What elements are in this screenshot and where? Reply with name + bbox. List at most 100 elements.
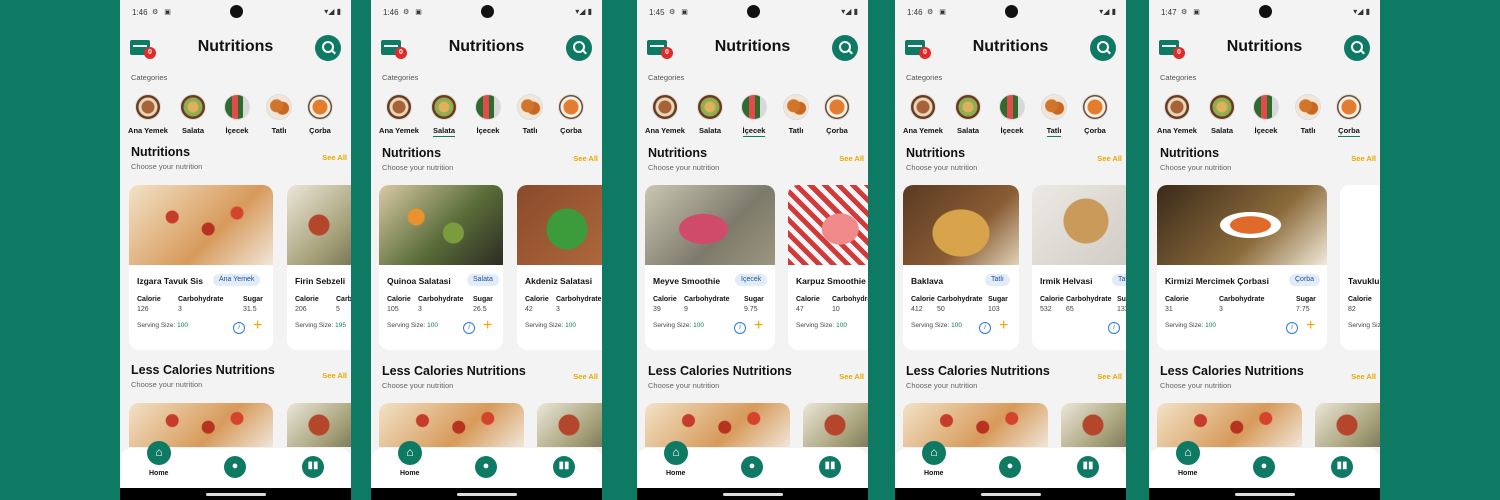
- food-image[interactable]: [803, 403, 868, 447]
- category-list: Ana Yemek Salata İçecek Tatlı Çorba: [377, 94, 595, 138]
- ana-yemek-image: [386, 94, 412, 120]
- phone-screen-5: 1:47 ⚙ ▣ ▾◢ ▮ 0 Nutritions Categories An…: [1149, 0, 1380, 500]
- see-all-link[interactable]: See All: [573, 372, 598, 381]
- category-icecek[interactable]: İçecek: [466, 94, 510, 138]
- see-all-link[interactable]: See All: [322, 371, 347, 380]
- see-all-link[interactable]: See All: [839, 154, 864, 163]
- nutrition-card[interactable]: Irmik Helvasi Tatlı Calorie Carbohydrate…: [1032, 185, 1126, 350]
- category-tatli[interactable]: Tatlı: [1286, 94, 1330, 138]
- home-icon[interactable]: ⌂: [398, 441, 422, 465]
- profile-icon[interactable]: ●: [224, 456, 246, 478]
- nutrition-card[interactable]: Izgara Tavuk Sis Ana Yemek Calorie Carbo…: [129, 185, 273, 350]
- profile-icon[interactable]: ●: [1253, 456, 1275, 478]
- stats-icon[interactable]: ▮▮: [1077, 456, 1099, 478]
- home-pill[interactable]: [722, 493, 783, 496]
- nutrition-card[interactable]: Firin Sebzeli Calorie Carbohydrate 206 5…: [287, 185, 351, 350]
- category-icecek[interactable]: İçecek: [732, 94, 776, 138]
- category-salata[interactable]: Salata: [688, 94, 732, 138]
- add-icon[interactable]: +: [1306, 318, 1315, 334]
- info-icon[interactable]: i: [1286, 322, 1298, 334]
- category-ana-yemek[interactable]: Ana Yemek: [643, 94, 687, 138]
- gesture-bar: [1149, 488, 1380, 500]
- food-image[interactable]: [379, 403, 524, 447]
- info-icon[interactable]: i: [979, 322, 991, 334]
- info-icon[interactable]: i: [1108, 322, 1120, 334]
- stats-icon[interactable]: ▮▮: [1331, 456, 1353, 478]
- nutrition-card[interactable]: Tavuklu Calorie 82 Serving Size:: [1340, 185, 1380, 350]
- food-image[interactable]: [1157, 403, 1302, 447]
- category-tatli[interactable]: Tatlı: [774, 94, 818, 138]
- add-icon[interactable]: +: [253, 318, 262, 334]
- info-icon[interactable]: i: [734, 322, 746, 334]
- search-icon[interactable]: [832, 35, 858, 61]
- category-icecek[interactable]: İçecek: [215, 94, 259, 138]
- see-all-link[interactable]: See All: [1351, 372, 1376, 381]
- category-corba[interactable]: Çorba: [1073, 94, 1117, 138]
- category-ana-yemek[interactable]: Ana Yemek: [377, 94, 421, 138]
- food-image[interactable]: [537, 403, 602, 447]
- home-pill[interactable]: [456, 493, 517, 496]
- category-ana-yemek[interactable]: Ana Yemek: [1155, 94, 1199, 138]
- info-icon[interactable]: i: [463, 322, 475, 334]
- home-pill[interactable]: [980, 493, 1041, 496]
- search-icon[interactable]: [1344, 35, 1370, 61]
- see-all-link[interactable]: See All: [1097, 372, 1122, 381]
- nutrition-card[interactable]: Meyve Smoothie İçecek Calorie Carbohydra…: [645, 185, 775, 350]
- category-ana-yemek[interactable]: Ana Yemek: [126, 94, 170, 138]
- stats-icon[interactable]: ▮▮: [819, 456, 841, 478]
- category-salata[interactable]: Salata: [171, 94, 215, 138]
- category-salata[interactable]: Salata: [946, 94, 990, 138]
- gesture-bar: [637, 488, 868, 500]
- category-tag: Tatlı: [1112, 274, 1126, 286]
- category-corba[interactable]: Çorba: [549, 94, 593, 138]
- nutrition-card[interactable]: Quinoa Salatasi Salata Calorie Carbohydr…: [379, 185, 503, 350]
- food-image[interactable]: [903, 403, 1048, 447]
- nutrition-card[interactable]: Kirmizi Mercimek Çorbasi Çorba Calorie C…: [1157, 185, 1327, 350]
- category-icecek[interactable]: İçecek: [1244, 94, 1288, 138]
- nutrition-card[interactable]: Karpuz Smoothie Calorie Carbohydrate 47 …: [788, 185, 868, 350]
- category-tatli[interactable]: Tatlı: [508, 94, 552, 138]
- profile-icon[interactable]: ●: [999, 456, 1021, 478]
- search-icon[interactable]: [315, 35, 341, 61]
- home-pill[interactable]: [205, 493, 266, 496]
- category-ana-yemek[interactable]: Ana Yemek: [901, 94, 945, 138]
- info-icon[interactable]: i: [233, 322, 245, 334]
- phone-screen-4: 1:46 ⚙ ▣ ▾◢ ▮ 0 Nutritions Categories An…: [895, 0, 1126, 500]
- see-all-link[interactable]: See All: [1097, 154, 1122, 163]
- category-icecek[interactable]: İçecek: [990, 94, 1034, 138]
- see-all-link[interactable]: See All: [573, 154, 598, 163]
- home-icon[interactable]: ⌂: [922, 441, 946, 465]
- category-corba[interactable]: Çorba: [298, 94, 342, 138]
- category-salata[interactable]: Salata: [422, 94, 466, 138]
- add-icon[interactable]: +: [754, 318, 763, 334]
- home-icon[interactable]: ⌂: [1176, 441, 1200, 465]
- stats-icon[interactable]: ▮▮: [553, 456, 575, 478]
- food-image[interactable]: [287, 403, 351, 447]
- profile-icon[interactable]: ●: [741, 456, 763, 478]
- category-corba[interactable]: Çorba: [815, 94, 859, 138]
- home-icon[interactable]: ⌂: [664, 441, 688, 465]
- food-image[interactable]: [1315, 403, 1380, 447]
- calorie-label: Calorie: [525, 296, 549, 303]
- category-salata[interactable]: Salata: [1200, 94, 1244, 138]
- home-icon[interactable]: ⌂: [147, 441, 171, 465]
- home-pill[interactable]: [1234, 493, 1295, 496]
- add-icon[interactable]: +: [483, 318, 492, 334]
- nutrition-card[interactable]: Baklava Tatlı Calorie Carbohydrate Sugar…: [903, 185, 1019, 350]
- see-all-link[interactable]: See All: [839, 372, 864, 381]
- add-icon[interactable]: +: [999, 318, 1008, 334]
- stats-icon[interactable]: ▮▮: [302, 456, 324, 478]
- nutrition-card[interactable]: Akdeniz Salatasi Calorie Carbohydrate 42…: [517, 185, 602, 350]
- food-image[interactable]: [129, 403, 273, 447]
- search-icon[interactable]: [1090, 35, 1116, 61]
- profile-icon[interactable]: ●: [475, 456, 497, 478]
- category-corba[interactable]: Çorba: [1327, 94, 1371, 138]
- category-tatli[interactable]: Tatlı: [257, 94, 301, 138]
- search-icon[interactable]: [566, 35, 592, 61]
- less-calories-subtitle: Choose your nutrition: [906, 381, 978, 390]
- food-image[interactable]: [1061, 403, 1126, 447]
- see-all-link[interactable]: See All: [322, 153, 347, 162]
- category-tatli[interactable]: Tatlı: [1032, 94, 1076, 138]
- food-image[interactable]: [645, 403, 790, 447]
- see-all-link[interactable]: See All: [1351, 154, 1376, 163]
